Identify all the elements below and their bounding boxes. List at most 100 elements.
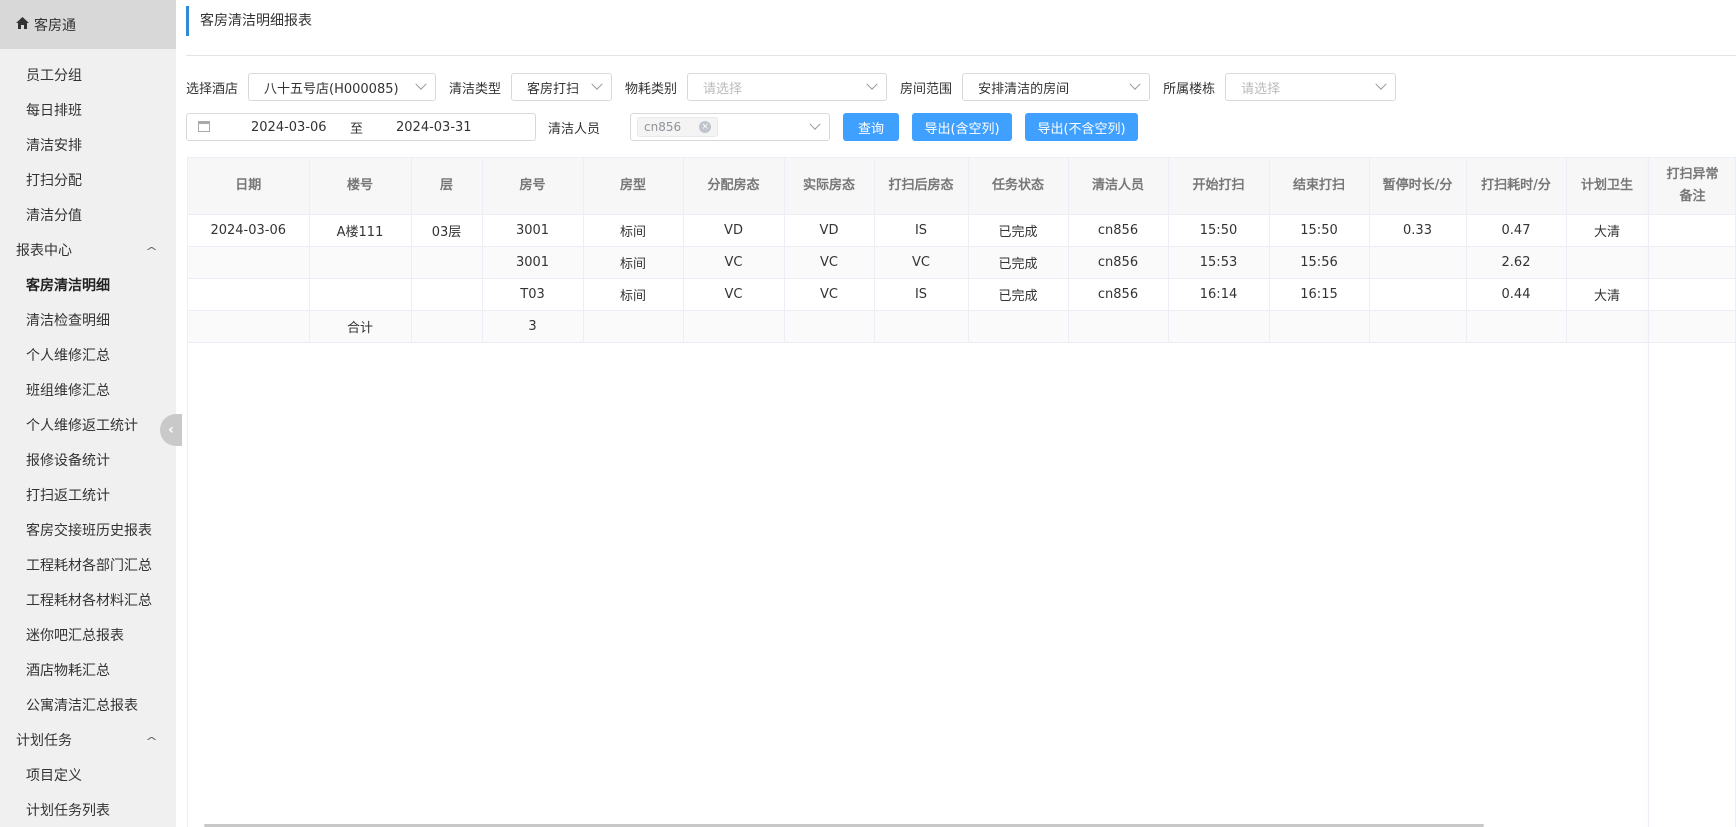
- sidebar-group[interactable]: 报表中心 ^: [0, 234, 176, 269]
- hotel-select-value: 八十五号店(H000085): [264, 81, 399, 97]
- sidebar-header[interactable]: 客房通: [0, 0, 176, 49]
- chevron-down-icon: [1375, 78, 1387, 90]
- export-without-empty-button[interactable]: 导出(不含空列): [1025, 113, 1139, 141]
- sidebar-item[interactable]: 客房清洁明细: [0, 269, 176, 304]
- sidebar-item[interactable]: 员工分组: [0, 59, 176, 94]
- table-cell: cn856: [1068, 214, 1169, 247]
- table-cell: T03: [482, 278, 584, 311]
- hotel-select[interactable]: 八十五号店(H000085): [248, 73, 437, 101]
- clean-type-select[interactable]: 客房打扫: [511, 73, 613, 101]
- table-row: 2024-03-06 A楼111 03层 3001 标间 VD VD IS 已完成 cn856 15…: [188, 214, 1735, 247]
- clean-type-select-value: 客房打扫: [527, 81, 580, 97]
- chevron-up-icon: ^: [144, 735, 158, 748]
- room-range-select-value: 安排清洁的房间: [978, 81, 1070, 97]
- cleaner-tag: cn856 ×: [637, 117, 719, 137]
- sidebar-item[interactable]: 打扫分配: [0, 164, 176, 199]
- sidebar-item[interactable]: 计划任务列表: [0, 794, 176, 827]
- table-cell: 标间: [583, 214, 684, 247]
- table-cell: VC: [874, 246, 969, 279]
- filter-row-1: 选择酒店 八十五号店(H000085) 清洁类型 客房打扫 物耗类别 请选择 房…: [186, 73, 1409, 101]
- table-cell: [1369, 310, 1467, 343]
- query-button[interactable]: 查询: [843, 113, 900, 141]
- column-header: 任务状态: [968, 158, 1069, 215]
- column-header: 结束打扫: [1269, 158, 1370, 215]
- column-header: 日期: [188, 158, 310, 215]
- sidebar-item[interactable]: 清洁检查明细: [0, 304, 176, 339]
- column-header: 清洁人员: [1068, 158, 1169, 215]
- sidebar-item[interactable]: 个人维修返工统计: [0, 409, 176, 444]
- column-header: 层: [411, 158, 483, 215]
- table-row: 3001 标间 VC VC VC 已完成 cn856 15:53 15:56 2.62: [188, 246, 1735, 279]
- table-cell: [188, 310, 310, 343]
- table-cell: 合计: [309, 310, 412, 343]
- column-header: 计划卫生: [1566, 158, 1649, 215]
- sidebar-item[interactable]: 班组维修汇总: [0, 374, 176, 409]
- table-cell: VC: [784, 278, 875, 311]
- table-cell: [784, 310, 875, 343]
- sidebar-item[interactable]: 迷你吧汇总报表: [0, 619, 176, 654]
- sidebar-group[interactable]: 计划任务 ^: [0, 724, 176, 759]
- sidebar-item[interactable]: 项目定义: [0, 759, 176, 794]
- sidebar-header-title: 客房通: [34, 17, 76, 34]
- sidebar-group-label: 计划任务: [16, 733, 72, 749]
- sidebar-item[interactable]: 个人维修汇总: [0, 339, 176, 374]
- table-cell: VC: [683, 246, 785, 279]
- column-header: 开始打扫: [1168, 158, 1270, 215]
- material-label: 物耗类别: [625, 81, 678, 97]
- table-cell: VC: [683, 278, 785, 311]
- report-table-container: 日期 楼号层房号 房型 分配房态 实际房态 打扫后房态 任务状态 清洁人员 开始打扫 结束打扫 暂停…: [187, 157, 1736, 827]
- table-cell: 03层: [411, 214, 483, 247]
- table-cell: 0.44: [1466, 278, 1567, 311]
- chevron-down-icon: [866, 78, 878, 90]
- room-range-select[interactable]: 安排清洁的房间: [962, 73, 1151, 101]
- date-start[interactable]: 2024-03-06: [251, 120, 327, 135]
- table-cell: 3: [482, 310, 584, 343]
- table-cell: 大清: [1566, 278, 1649, 311]
- page-title: 客房清洁明细报表: [186, 6, 312, 36]
- table-cell: 2.62: [1466, 246, 1567, 279]
- table-body: 2024-03-06 A楼111 03层 3001 标间 VD VD IS 已完成 cn856 15…: [188, 214, 1735, 343]
- table-cell: 15:53: [1168, 246, 1270, 279]
- table-cell: [309, 278, 412, 311]
- table-cell: VD: [683, 214, 785, 247]
- sidebar-menu: 员工分组 每日排班 清洁安排 打扫分配 清洁分值 报表中心 ^ 客房清洁明细 清洁检查明细 个人维…: [0, 49, 176, 827]
- sidebar-item[interactable]: 每日排班: [0, 94, 176, 129]
- table-cell: IS: [874, 214, 969, 247]
- sidebar-item[interactable]: 工程耗材各材料汇总: [0, 584, 176, 619]
- table-cell: 0.33: [1369, 214, 1467, 247]
- close-icon[interactable]: ×: [699, 121, 712, 133]
- sidebar-item[interactable]: 清洁分值: [0, 199, 176, 234]
- table-cell: [683, 310, 785, 343]
- sidebar-item[interactable]: 公寓清洁汇总报表: [0, 689, 176, 724]
- table-cell: [309, 246, 412, 279]
- table-cell: 15:50: [1269, 214, 1370, 247]
- sidebar-item[interactable]: 打扫返工统计: [0, 479, 176, 514]
- column-header: 打扫异常备注: [1648, 158, 1735, 215]
- table-cell: cn856: [1068, 278, 1169, 311]
- column-header: 分配房态: [683, 158, 785, 215]
- building-select[interactable]: 请选择: [1225, 73, 1397, 101]
- building-select-placeholder: 请选择: [1241, 81, 1281, 97]
- material-select[interactable]: 请选择: [687, 73, 888, 101]
- date-range-picker[interactable]: 2024-03-06 至 2024-03-31: [186, 113, 536, 141]
- table-cell: [1648, 278, 1735, 311]
- table-cell: 16:15: [1269, 278, 1370, 311]
- sidebar-item[interactable]: 清洁安排: [0, 129, 176, 164]
- date-end[interactable]: 2024-03-31: [396, 120, 472, 135]
- column-header: 房号: [482, 158, 584, 215]
- table-cell: 标间: [583, 278, 684, 311]
- table-cell: [1566, 246, 1649, 279]
- sidebar-item[interactable]: 报修设备统计: [0, 444, 176, 479]
- sidebar-item[interactable]: 客房交接班历史报表: [0, 514, 176, 549]
- export-with-empty-button[interactable]: 导出(含空列): [912, 113, 1013, 141]
- sidebar-item[interactable]: 酒店物耗汇总: [0, 654, 176, 689]
- table-cell: 15:50: [1168, 214, 1270, 247]
- material-select-placeholder: 请选择: [703, 81, 743, 97]
- cleaner-select[interactable]: cn856 ×: [630, 113, 831, 141]
- chevron-down-icon: [415, 78, 427, 90]
- title-divider: [186, 55, 1736, 56]
- sidebar-group-label: 报表中心: [16, 243, 72, 259]
- table-cell: 大清: [1566, 214, 1649, 247]
- calendar-icon: [198, 121, 210, 132]
- sidebar-item[interactable]: 工程耗材各部门汇总: [0, 549, 176, 584]
